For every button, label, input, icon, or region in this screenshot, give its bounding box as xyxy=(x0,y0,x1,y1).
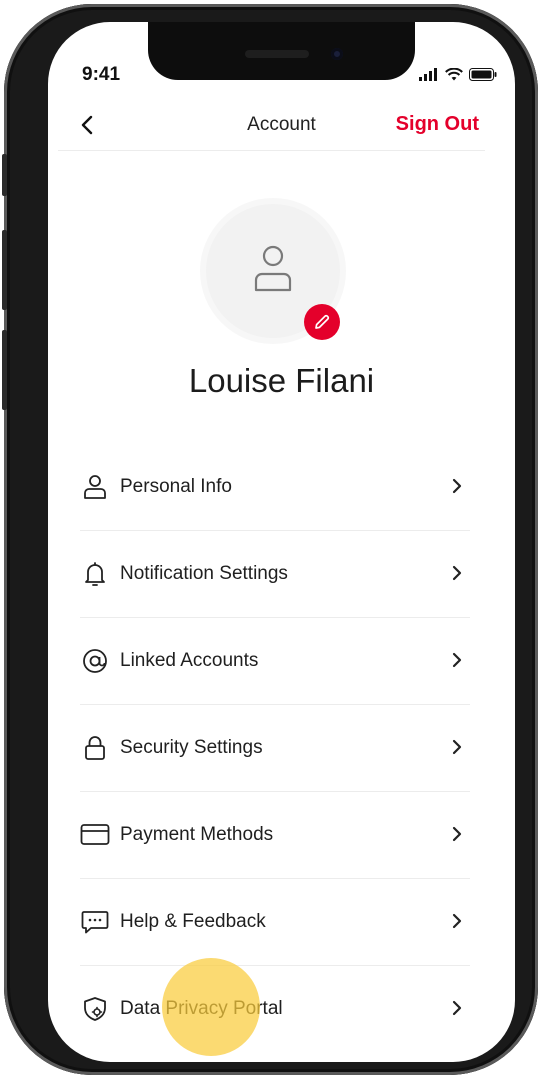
notch xyxy=(148,22,415,80)
menu-item-personal-info[interactable]: Personal Info xyxy=(80,444,470,531)
profile-name: Louise Filani xyxy=(188,362,375,399)
menu-item-data-privacy-portal[interactable]: Data Privacy Portal xyxy=(80,966,470,1052)
wifi-icon xyxy=(445,68,463,81)
volume-up-button xyxy=(2,230,7,310)
chevron-right-icon xyxy=(450,737,464,762)
chevron-right-icon xyxy=(450,824,464,849)
menu-item-label: Notification Settings xyxy=(120,563,288,584)
menu-item-label: Linked Accounts xyxy=(120,650,259,671)
menu-item-notification-settings[interactable]: Notification Settings xyxy=(80,531,470,618)
chevron-right-icon xyxy=(450,476,464,501)
status-time: 9:41 xyxy=(82,64,121,85)
shield-gear-icon xyxy=(80,996,110,1022)
tap-indicator xyxy=(162,958,260,1056)
menu-item-label: Payment Methods xyxy=(120,824,274,845)
menu-item-help-feedback[interactable]: Help & Feedback xyxy=(80,879,470,966)
account-menu: Personal Info Notification Settings Link… xyxy=(80,444,470,1052)
mute-switch xyxy=(2,154,7,196)
menu-item-payment-methods[interactable]: Payment Methods xyxy=(80,792,470,879)
chat-bubble-icon xyxy=(80,909,110,935)
speaker-grille xyxy=(245,50,309,58)
cellular-signal-icon xyxy=(419,68,437,81)
pencil-icon xyxy=(315,314,330,329)
sign-out-button[interactable]: Sign Out xyxy=(396,113,479,136)
battery-icon xyxy=(469,68,497,81)
nav-bar: Account Sign Out xyxy=(48,104,515,150)
bell-icon xyxy=(80,561,110,587)
menu-item-linked-accounts[interactable]: Linked Accounts xyxy=(80,618,470,705)
nav-divider xyxy=(58,150,485,151)
chevron-right-icon xyxy=(450,650,464,675)
menu-item-security-settings[interactable]: Security Settings xyxy=(80,705,470,792)
at-sign-icon xyxy=(80,648,110,674)
person-icon xyxy=(254,245,292,292)
edit-avatar-button[interactable] xyxy=(304,304,340,340)
lock-icon xyxy=(80,735,110,761)
menu-item-label: Personal Info xyxy=(120,476,232,497)
menu-item-label: Help & Feedback xyxy=(120,911,266,932)
menu-item-label: Security Settings xyxy=(120,737,263,758)
chevron-right-icon xyxy=(450,563,464,588)
status-icons xyxy=(419,68,497,81)
chevron-right-icon xyxy=(450,911,464,936)
screen: 9:41 Account Sign Out Louise Filani Pers… xyxy=(48,22,515,1062)
person-icon xyxy=(80,474,110,500)
front-camera xyxy=(331,48,343,60)
credit-card-icon xyxy=(80,822,110,848)
volume-down-button xyxy=(2,330,7,410)
phone-frame: 9:41 Account Sign Out Louise Filani Pers… xyxy=(2,4,538,1075)
chevron-right-icon xyxy=(450,998,464,1023)
